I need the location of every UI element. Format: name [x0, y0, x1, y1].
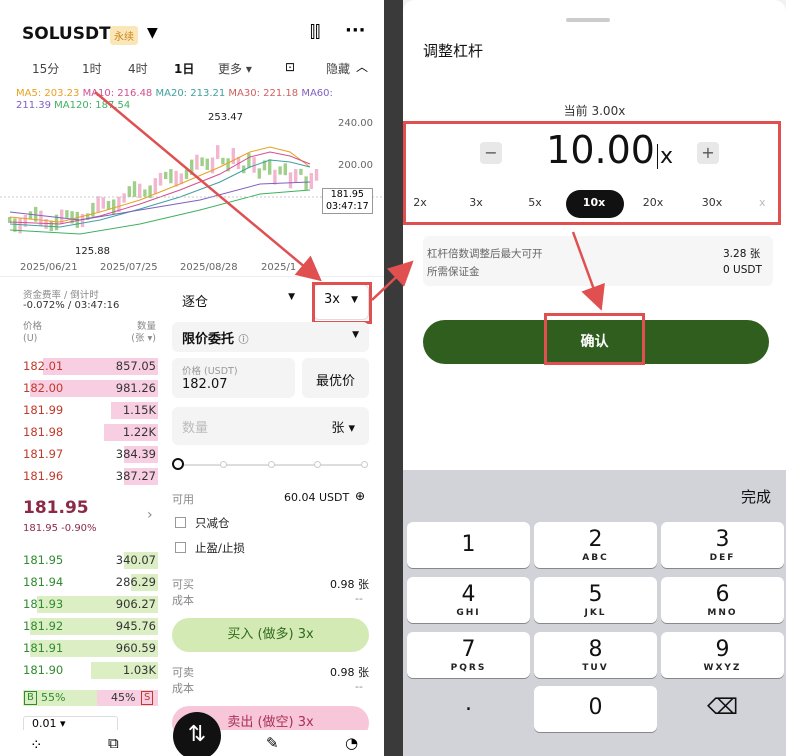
annotation-arrows [94, 91, 605, 311]
